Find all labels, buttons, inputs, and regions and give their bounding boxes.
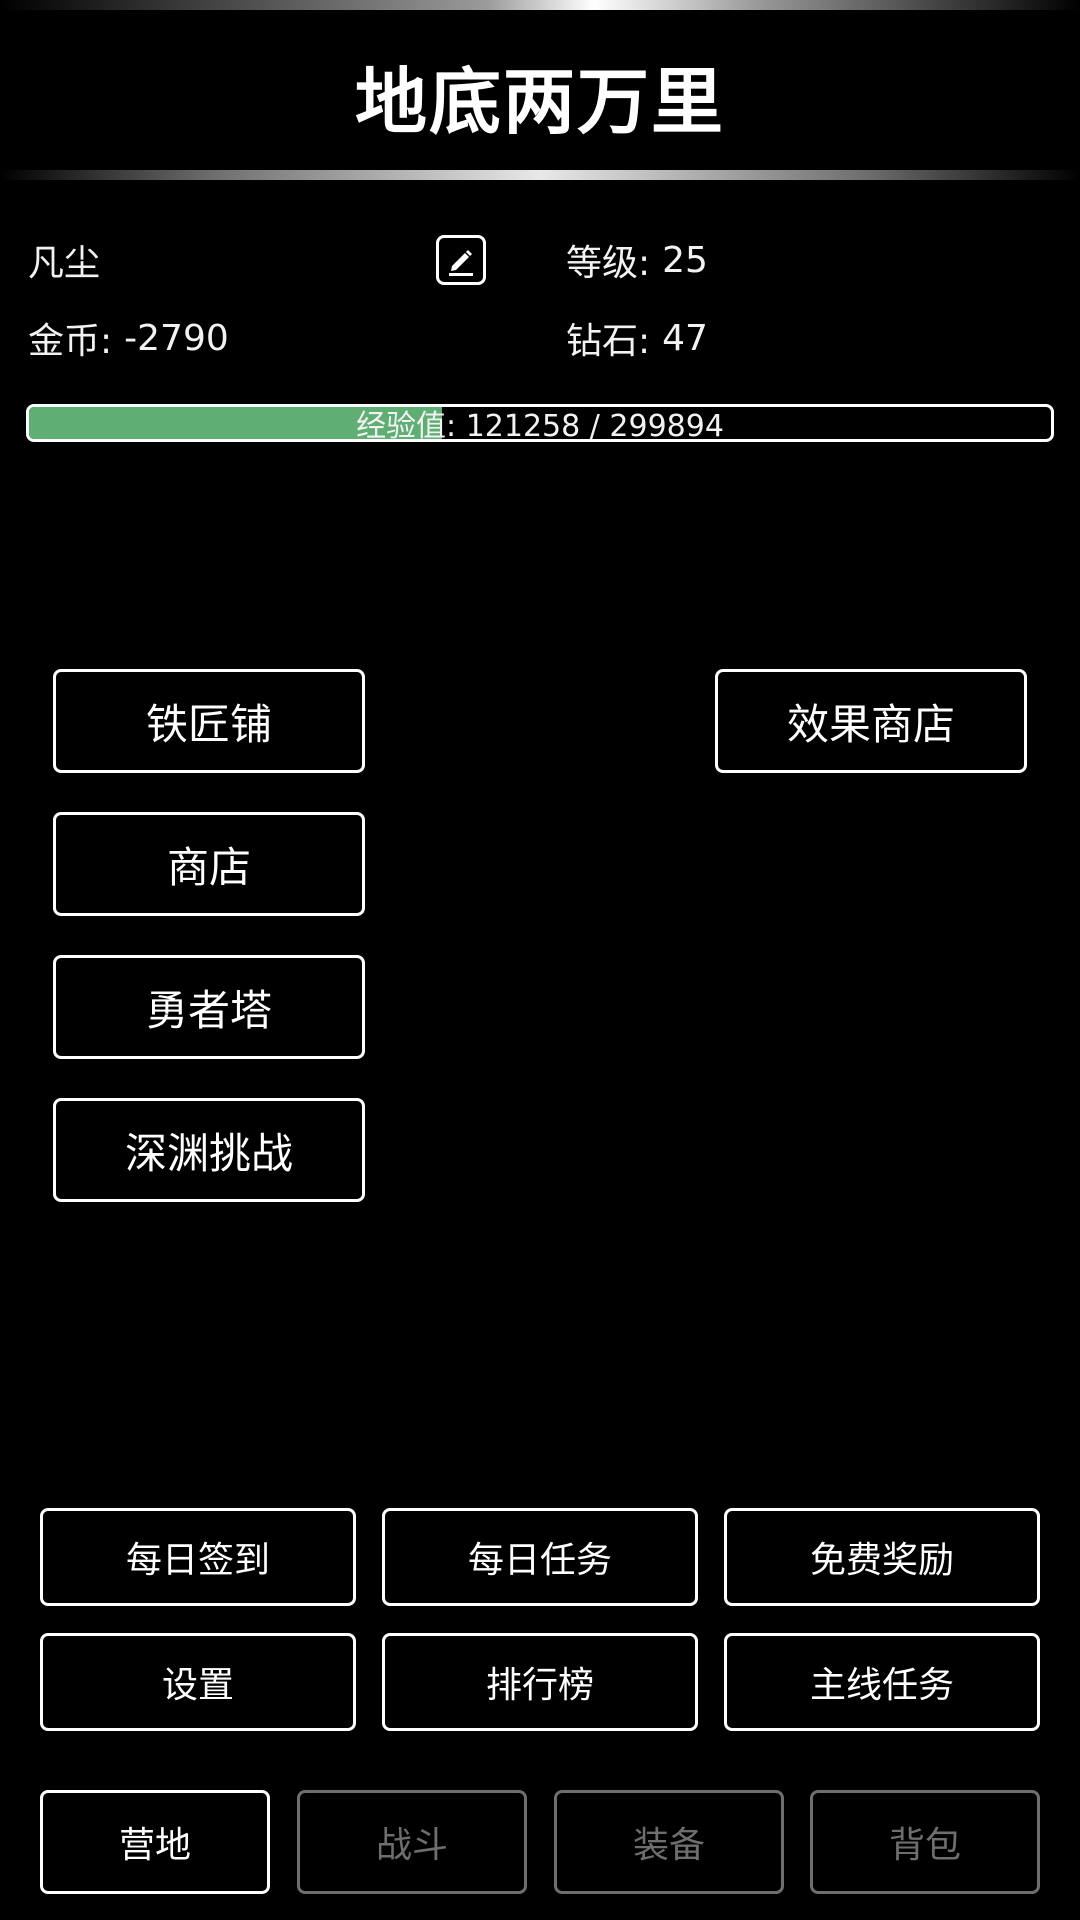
effect-shop-button[interactable]: 效果商店 <box>715 669 1027 773</box>
shop-button[interactable]: 商店 <box>53 812 365 916</box>
gold-stat: 金币: -2790 <box>28 308 229 368</box>
diamond-value: 47 <box>662 317 708 359</box>
abyss-challenge-button[interactable]: 深渊挑战 <box>53 1098 365 1202</box>
daily-signin-button[interactable]: 每日签到 <box>40 1508 356 1606</box>
player-name: 凡尘 <box>28 243 101 284</box>
level-value: 25 <box>662 239 708 281</box>
edit-name-button[interactable] <box>436 235 486 285</box>
top-gradient-line <box>0 0 1080 10</box>
title-divider <box>0 170 1080 180</box>
main-quest-button[interactable]: 主线任务 <box>724 1633 1040 1731</box>
page-title: 地底两万里 <box>354 59 725 144</box>
level-stat: 等级: 25 <box>566 230 708 290</box>
leaderboard-button[interactable]: 排行榜 <box>382 1633 698 1731</box>
settings-button[interactable]: 设置 <box>40 1633 356 1731</box>
daily-tasks-button[interactable]: 每日任务 <box>382 1508 698 1606</box>
diamond-label: 钻石: <box>566 321 651 362</box>
nav-backpack-tab[interactable]: 背包 <box>810 1790 1040 1894</box>
blacksmith-button[interactable]: 铁匠铺 <box>53 669 365 773</box>
exp-label: 经验值: 121258 / 299894 <box>356 409 724 442</box>
edit-pencil-icon <box>449 250 473 276</box>
nav-battle-tab[interactable]: 战斗 <box>297 1790 527 1894</box>
nav-camp-tab[interactable]: 营地 <box>40 1790 270 1894</box>
gold-value: -2790 <box>124 317 229 359</box>
level-label: 等级: <box>566 243 651 284</box>
free-reward-button[interactable]: 免费奖励 <box>724 1508 1040 1606</box>
gold-label: 金币: <box>28 321 113 362</box>
exp-progress-bar: 经验值: 121258 / 299894 <box>26 404 1054 442</box>
nav-equipment-tab[interactable]: 装备 <box>554 1790 784 1894</box>
hero-tower-button[interactable]: 勇者塔 <box>53 955 365 1059</box>
diamond-stat: 钻石: 47 <box>566 308 708 368</box>
